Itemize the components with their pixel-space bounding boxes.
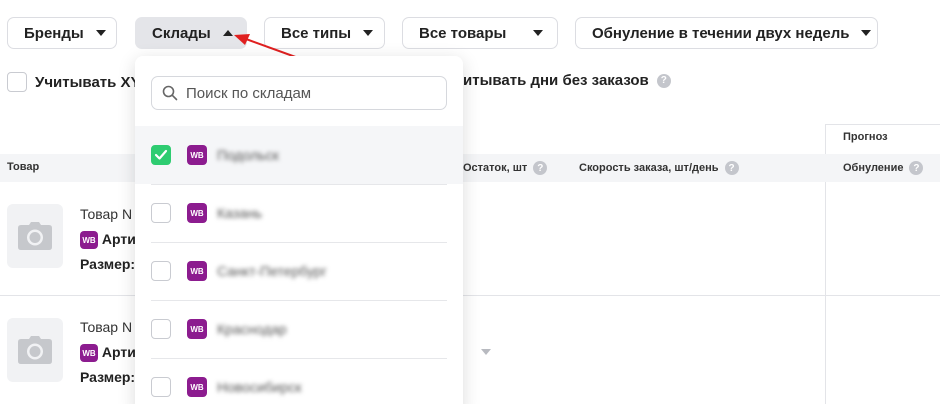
chevron-down-icon xyxy=(95,30,106,36)
warehouse-checkbox[interactable] xyxy=(151,377,171,397)
product-name: Товар N xyxy=(80,206,133,222)
warehouse-option[interactable]: WB Новосибирск xyxy=(135,358,463,404)
warehouse-option[interactable]: WB Краснодар xyxy=(135,300,463,358)
product-name: Товар N xyxy=(80,319,133,335)
products-filter-button[interactable]: Все товары xyxy=(402,17,558,49)
brands-filter-button[interactable]: Бренды xyxy=(7,17,117,49)
wb-badge-icon: WB xyxy=(187,145,207,165)
days-without-orders-option[interactable]: итывать дни без заказов ? xyxy=(463,72,671,89)
chevron-down-icon xyxy=(861,30,872,36)
wb-badge-icon: WB xyxy=(187,203,207,223)
column-header-product: Товар xyxy=(7,161,40,173)
checkmark-icon xyxy=(154,149,168,160)
product-article: WB Арти xyxy=(80,231,136,250)
camera-icon xyxy=(18,222,52,250)
column-header-stock-label: Остаток, шт xyxy=(463,162,528,174)
warehouse-option[interactable]: WB Казань xyxy=(135,184,463,242)
warehouse-option[interactable]: WB Санкт-Петербург xyxy=(135,242,463,300)
warehouse-name: Краснодар xyxy=(217,321,287,337)
help-icon[interactable]: ? xyxy=(724,161,739,175)
column-header-stock: Остаток, шт ? xyxy=(463,161,548,175)
wb-badge-icon: WB xyxy=(80,344,98,363)
chevron-down-icon xyxy=(363,30,374,36)
product-size: Размер: xyxy=(80,256,136,272)
column-header-order-speed-label: Скорость заказа, шт/день xyxy=(579,162,719,174)
product-article: WB Арти xyxy=(80,344,136,363)
product-image-placeholder xyxy=(7,318,63,382)
column-header-order-speed: Скорость заказа, шт/день ? xyxy=(579,161,739,175)
warehouse-checkbox[interactable] xyxy=(151,319,171,339)
warehouse-checkbox[interactable] xyxy=(151,203,171,223)
column-header-zeroing: Обнуление ? xyxy=(843,161,924,175)
help-icon[interactable]: ? xyxy=(533,161,548,175)
chevron-down-icon xyxy=(533,30,543,36)
consider-xy-label: Учитывать XY xyxy=(35,73,141,91)
product-article-label: Арти xyxy=(101,344,136,360)
warehouses-filter-label: Склады xyxy=(152,24,211,42)
wb-badge-icon: WB xyxy=(187,377,207,397)
zeroing-filter-button[interactable]: Обнуление в течении двух недель xyxy=(575,17,878,49)
warehouse-name: Новосибирск xyxy=(217,379,302,395)
warehouse-name: Санкт-Петербург xyxy=(217,263,327,279)
consider-xy-checkbox[interactable] xyxy=(7,72,27,92)
camera-icon xyxy=(18,336,52,364)
help-icon[interactable]: ? xyxy=(656,73,671,88)
warehouse-checkbox[interactable] xyxy=(151,261,171,281)
product-article-label: Арти xyxy=(101,231,136,247)
days-without-orders-label: итывать дни без заказов xyxy=(463,72,649,89)
warehouse-search-field[interactable] xyxy=(151,76,447,110)
product-size: Размер: xyxy=(80,369,136,385)
divider xyxy=(825,124,940,125)
product-image-placeholder xyxy=(7,204,63,268)
warehouses-dropdown: WB Подольск WB Казань WB Санкт-Петербург… xyxy=(135,56,463,404)
zeroing-filter-label: Обнуление в течении двух недель xyxy=(592,24,850,42)
brands-filter-label: Бренды xyxy=(24,24,84,42)
warehouse-option[interactable]: WB Подольск xyxy=(135,126,463,184)
column-header-zeroing-label: Обнуление xyxy=(843,162,904,174)
warehouse-name: Казань xyxy=(217,205,263,221)
chevron-down-icon[interactable] xyxy=(481,349,491,355)
products-filter-label: Все товары xyxy=(419,24,507,42)
wb-badge-icon: WB xyxy=(80,231,98,250)
wb-badge-icon: WB xyxy=(187,261,207,281)
warehouse-name: Подольск xyxy=(217,147,279,163)
consider-xy-option[interactable]: Учитывать XY xyxy=(7,72,141,92)
warehouse-checkbox-checked[interactable] xyxy=(151,145,171,165)
wb-badge-icon: WB xyxy=(187,319,207,339)
forecast-group-header: Прогноз xyxy=(843,131,888,143)
warehouse-search-input[interactable] xyxy=(186,84,426,102)
help-icon[interactable]: ? xyxy=(909,161,924,175)
search-icon xyxy=(162,85,178,101)
